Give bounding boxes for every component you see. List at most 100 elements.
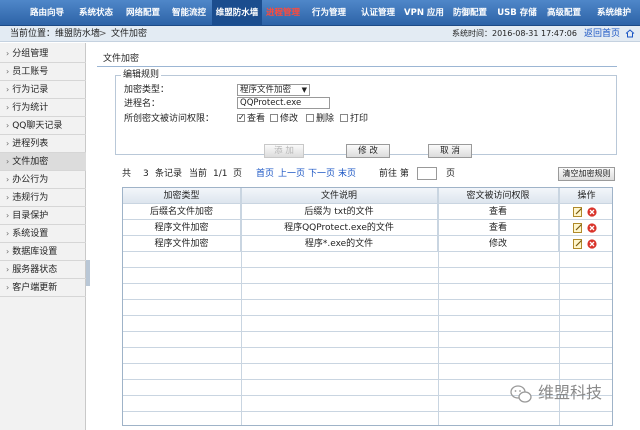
enc-type-label: 加密类型：	[124, 85, 170, 95]
cell-type: 程序文件加密	[123, 236, 241, 252]
edit-icon[interactable]	[573, 207, 583, 217]
chevron-right-icon: ›	[6, 85, 10, 94]
sidebar-item-behavior-stats[interactable]: › 行为统计	[0, 99, 86, 117]
table-header-row: 加密类型 文件说明 密文被访问权限 操作	[123, 188, 612, 204]
delete-icon[interactable]	[587, 207, 597, 217]
delete-icon[interactable]	[587, 223, 597, 233]
sidebar-item-office[interactable]: › 办公行为	[0, 171, 86, 189]
cell-desc: 程序QQProtect.exe的文件	[241, 220, 438, 236]
delete-icon[interactable]	[587, 239, 597, 249]
empty-row	[123, 252, 612, 268]
nav-defense-config[interactable]: 防御配置	[446, 0, 494, 26]
next-page-link[interactable]: 下一页	[308, 167, 335, 181]
home-icon[interactable]	[625, 29, 635, 38]
checkbox-icon	[270, 114, 278, 122]
back-home-link[interactable]: 返回首页	[584, 26, 620, 42]
col-header-ops: 操作	[577, 191, 596, 201]
perm-print-label: 打印	[350, 114, 369, 124]
col-header-type: 加密类型	[123, 188, 241, 204]
sidebar-item-label: 行为记录	[12, 85, 49, 95]
permission-label: 所创密文被访问权限：	[124, 114, 215, 124]
row-actions	[559, 222, 612, 234]
empty-row	[123, 412, 612, 425]
cancel-button[interactable]: 取 消	[428, 144, 472, 158]
pager-current-page: 1/1	[213, 169, 228, 179]
add-button[interactable]: 添 加	[264, 144, 304, 158]
goto-page-input[interactable]	[417, 167, 437, 180]
checkbox-icon	[306, 114, 314, 122]
nav-system-status[interactable]: 系统状态	[72, 0, 120, 26]
sidebar-item-database[interactable]: › 数据库设置	[0, 243, 86, 261]
sidebar-item-accounts[interactable]: › 员工账号	[0, 63, 86, 81]
sidebar-item-file-encryption[interactable]: › 文件加密	[0, 153, 86, 171]
nav-process-mgmt[interactable]: 进程管理	[262, 0, 304, 26]
chevron-right-icon: ›	[6, 229, 10, 238]
column-divider	[438, 188, 439, 425]
perm-print-checkbox[interactable]: 打印	[340, 113, 368, 125]
nav-firewall[interactable]: 维盟防水墙	[212, 0, 262, 26]
modify-button[interactable]: 修 改	[346, 144, 390, 158]
sidebar-item-violations[interactable]: › 违规行为	[0, 189, 86, 207]
sidebar-item-label: 服务器状态	[12, 265, 58, 275]
sidebar-item-process-list[interactable]: › 进程列表	[0, 135, 86, 153]
sidebar-item-label: 分组管理	[12, 49, 49, 59]
edit-icon[interactable]	[573, 239, 583, 249]
edit-icon[interactable]	[573, 223, 583, 233]
sidebar-item-label: 文件加密	[12, 157, 49, 167]
chevron-right-icon: ›	[6, 175, 10, 184]
sidebar: › 分组管理 › 员工账号 › 行为记录 › 行为统计 › QQ聊天记录 › 进程列表 › 文…	[0, 43, 86, 430]
sidebar-item-client-update[interactable]: › 客户端更新	[0, 279, 86, 297]
sidebar-item-label: 员工账号	[12, 67, 49, 77]
nav-vpn[interactable]: VPN 应用	[402, 0, 446, 26]
sidebar-item-groups[interactable]: › 分组管理	[0, 45, 86, 63]
sidebar-item-label: 客户端更新	[12, 283, 58, 293]
perm-delete-checkbox[interactable]: 删除	[306, 113, 334, 125]
sidebar-item-qq-chat[interactable]: › QQ聊天记录	[0, 117, 86, 135]
nav-usb-storage[interactable]: USB 存储	[494, 0, 540, 26]
nav-auth-mgmt[interactable]: 认证管理	[354, 0, 402, 26]
empty-row	[123, 316, 612, 332]
chevron-right-icon: ›	[6, 211, 10, 220]
perm-modify-checkbox[interactable]: 修改	[270, 113, 298, 125]
pager-total-count: 3	[143, 169, 149, 179]
chevron-right-icon: ›	[6, 67, 10, 76]
nav-smart-flow[interactable]: 智能流控	[166, 0, 212, 26]
location-separator: >	[99, 29, 107, 39]
nav-behavior-mgmt[interactable]: 行为管理	[304, 0, 354, 26]
sidebar-item-system-settings[interactable]: › 系统设置	[0, 225, 86, 243]
cell-type: 程序文件加密	[123, 220, 241, 236]
chevron-right-icon: ›	[6, 157, 10, 166]
enc-type-select[interactable]: 程序文件加密 ▼	[237, 84, 310, 96]
perm-modify-label: 修改	[280, 114, 299, 124]
sidebar-item-dir-protect[interactable]: › 目录保护	[0, 207, 86, 225]
sidebar-item-label: QQ聊天记录	[12, 121, 63, 131]
last-page-link[interactable]: 末页	[338, 167, 356, 181]
sidebar-collapse-handle[interactable]	[86, 260, 90, 286]
first-page-link[interactable]: 首页	[256, 167, 274, 181]
sidebar-item-label: 进程列表	[12, 139, 49, 149]
pager-total-suffix: 条记录	[155, 169, 183, 179]
empty-row	[123, 364, 612, 380]
goto-page-unit: 页	[446, 169, 456, 179]
nav-network-config[interactable]: 网络配置	[120, 0, 166, 26]
perm-view-checkbox[interactable]: 查看	[237, 112, 266, 125]
prev-page-link[interactable]: 上一页	[278, 167, 305, 181]
cell-perm: 查看	[438, 220, 559, 236]
chevron-right-icon: ›	[6, 247, 10, 256]
clear-rules-button[interactable]: 清空加密规则	[558, 167, 615, 181]
sidebar-item-server-status[interactable]: › 服务器状态	[0, 261, 86, 279]
nav-system-maint[interactable]: 系统维护	[588, 0, 640, 26]
nav-route-wizard[interactable]: 路由向导	[22, 0, 72, 26]
nav-advanced-config[interactable]: 高级配置	[540, 0, 588, 26]
sidebar-item-behavior-log[interactable]: › 行为记录	[0, 81, 86, 99]
pager-page-unit: 页	[233, 169, 243, 179]
panel-title: 文件加密	[103, 54, 140, 64]
goto-label: 前往 第	[379, 169, 409, 179]
chevron-right-icon: ›	[6, 139, 10, 148]
cell-perm: 修改	[438, 236, 559, 252]
column-divider	[241, 188, 242, 425]
process-name-input[interactable]: QQProtect.exe	[237, 97, 330, 109]
perm-view-label: 查看	[247, 114, 266, 124]
empty-row	[123, 300, 612, 316]
sidebar-item-label: 系统设置	[12, 229, 49, 239]
